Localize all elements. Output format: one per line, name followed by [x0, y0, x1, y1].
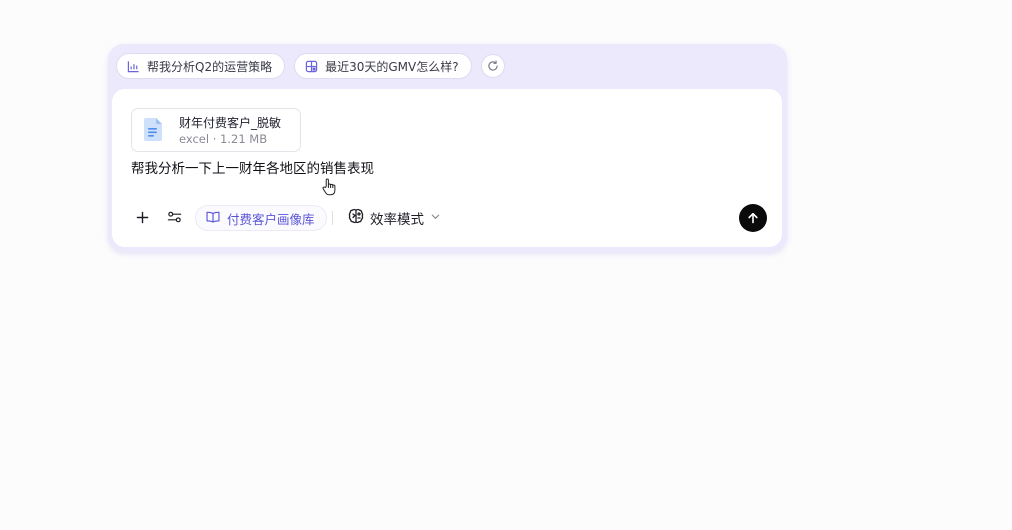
attachment-separator: · [212, 132, 217, 146]
toolbar-divider [332, 211, 333, 225]
brain-icon [348, 208, 364, 228]
attachment-name: 财年付费客户_脱敏 [179, 116, 282, 130]
refresh-icon [487, 57, 499, 76]
refresh-suggestions-button[interactable] [480, 54, 505, 78]
attachment-file[interactable]: 财年付费客户_脱敏 excel · 1.21 MB [131, 108, 301, 152]
suggestion-chip-q2-strategy[interactable]: 帮我分析Q2的运营策略 [116, 53, 286, 79]
settings-button[interactable] [163, 205, 185, 231]
attachment-meta: excel · 1.21 MB [179, 132, 267, 146]
mode-selector[interactable]: 效率模式 [348, 205, 441, 231]
chevron-down-icon [430, 210, 441, 226]
suggestion-label: 最近30天的GMV怎么样? [325, 59, 459, 74]
plus-icon [136, 209, 149, 228]
arrow-up-icon [747, 209, 759, 228]
input-panel: 财年付费客户_脱敏 excel · 1.21 MB 帮我分析一下上一财年各地区的… [112, 89, 782, 247]
mode-label: 效率模式 [370, 212, 424, 228]
attachment-size: 1.21 MB [220, 132, 268, 146]
knowledge-base-chip[interactable]: 付费客户画像库 [195, 205, 327, 231]
attachment-type: excel [179, 132, 210, 146]
document-icon [144, 118, 162, 145]
hand-pointer-icon [322, 178, 336, 200]
suggestion-bar: 帮我分析Q2的运营策略 最近30天的GMV怎么样? [116, 53, 505, 79]
layout-grid-icon [305, 60, 318, 73]
chat-input-card: 帮我分析Q2的运营策略 最近30天的GMV怎么样? 财年付费客户_脱敏 exce… [108, 44, 787, 252]
suggestion-label: 帮我分析Q2的运营策略 [147, 59, 273, 74]
add-attachment-button[interactable] [131, 205, 153, 231]
suggestion-chip-gmv[interactable]: 最近30天的GMV怎么样? [294, 53, 472, 79]
book-icon [206, 211, 220, 226]
knowledge-base-label: 付费客户画像库 [227, 211, 315, 227]
bar-chart-icon [127, 60, 140, 73]
sliders-icon [167, 209, 182, 228]
input-toolbar: 付费客户画像库 效率模式 [131, 204, 771, 232]
send-button[interactable] [739, 204, 767, 232]
prompt-input[interactable]: 帮我分析一下上一财年各地区的销售表现 [131, 157, 374, 177]
